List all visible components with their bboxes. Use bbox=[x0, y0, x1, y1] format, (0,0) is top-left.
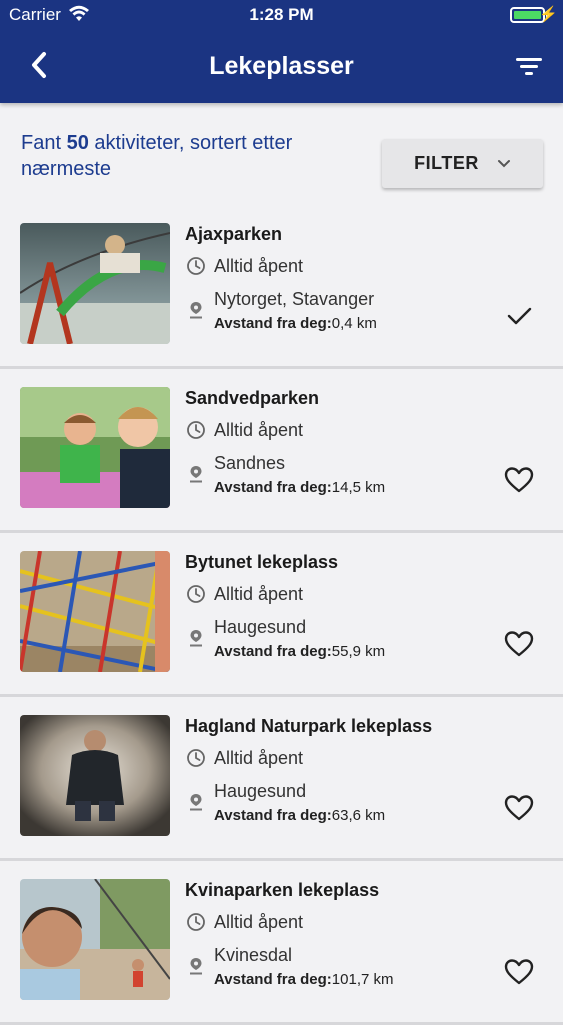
list-item[interactable]: Ajaxparken Alltid åpent Nytorget, Stavan… bbox=[0, 205, 563, 369]
location-pin-icon bbox=[190, 466, 202, 483]
location-pin-icon bbox=[190, 794, 202, 811]
distance-value: 55,9 km bbox=[331, 643, 386, 660]
thumbnail-image bbox=[20, 223, 170, 344]
thumbnail-image bbox=[20, 387, 170, 508]
item-distance: Avstand fra deg:55,9 km bbox=[214, 643, 385, 660]
location-pin-icon bbox=[190, 630, 202, 647]
distance-label: Avstand fra deg: bbox=[214, 971, 332, 988]
status-bar: Carrier 1:28 PM ⚡ bbox=[0, 0, 563, 30]
distance-value: 14,5 km bbox=[331, 479, 386, 496]
opening-hours: Alltid åpent bbox=[214, 420, 304, 440]
item-location: Haugesund bbox=[214, 617, 307, 637]
app-header: Carrier 1:28 PM ⚡ Lekeplasser bbox=[0, 0, 563, 103]
item-name: Hagland Naturpark lekeplass bbox=[185, 716, 433, 736]
item-location: Haugesund bbox=[214, 781, 307, 801]
list-item[interactable]: Sandvedparken Alltid åpent Sandnes Avsta… bbox=[0, 369, 563, 533]
item-name: Ajaxparken bbox=[185, 224, 283, 244]
thumbnail-image bbox=[20, 551, 170, 672]
list-item[interactable]: Hagland Naturpark lekeplass Alltid åpent… bbox=[0, 697, 563, 861]
item-distance: Avstand fra deg:101,7 km bbox=[214, 971, 394, 988]
filter-button[interactable]: FILTER bbox=[382, 139, 543, 188]
chevron-down-icon bbox=[497, 159, 510, 167]
filter-button-label: FILTER bbox=[414, 153, 479, 173]
item-distance: Avstand fra deg:0,4 km bbox=[214, 315, 377, 332]
distance-value: 63,6 km bbox=[331, 807, 386, 824]
distance-label: Avstand fra deg: bbox=[214, 807, 332, 824]
thumbnail-image bbox=[20, 879, 170, 1000]
item-distance: Avstand fra deg:63,6 km bbox=[214, 807, 385, 824]
result-summary: Fant 50 aktiviteter, sortert etter nærme… bbox=[21, 130, 351, 182]
heart-outline-icon[interactable] bbox=[503, 465, 535, 495]
thumbnail-image bbox=[20, 715, 170, 836]
clock-icon bbox=[187, 585, 205, 603]
page-title: Lekeplasser bbox=[209, 52, 354, 80]
opening-hours: Alltid åpent bbox=[214, 256, 304, 276]
item-location: Sandnes bbox=[214, 453, 286, 473]
item-location: Nytorget, Stavanger bbox=[214, 289, 375, 309]
clock-icon bbox=[187, 913, 205, 931]
activity-list: Ajaxparken Alltid åpent Nytorget, Stavan… bbox=[0, 205, 563, 1025]
distance-label: Avstand fra deg: bbox=[214, 315, 332, 332]
item-location: Kvinesdal bbox=[214, 945, 293, 965]
heart-outline-icon[interactable] bbox=[503, 957, 535, 987]
charging-icon: ⚡ bbox=[539, 6, 558, 23]
heart-outline-icon[interactable] bbox=[503, 629, 535, 659]
summary-prefix: Fant bbox=[21, 132, 67, 154]
status-time: 1:28 PM bbox=[249, 5, 314, 24]
item-distance: Avstand fra deg:14,5 km bbox=[214, 479, 385, 496]
distance-label: Avstand fra deg: bbox=[214, 643, 332, 660]
item-name: Kvinaparken lekeplass bbox=[185, 880, 380, 900]
clock-icon bbox=[187, 749, 205, 767]
opening-hours: Alltid åpent bbox=[214, 748, 304, 768]
checkmark-icon[interactable] bbox=[503, 301, 535, 331]
opening-hours: Alltid åpent bbox=[214, 584, 304, 604]
distance-value: 101,7 km bbox=[331, 971, 394, 988]
item-name: Bytunet lekeplass bbox=[185, 552, 339, 572]
distance-value: 0,4 km bbox=[331, 315, 377, 332]
result-count: 50 bbox=[66, 132, 89, 154]
opening-hours: Alltid åpent bbox=[214, 912, 304, 932]
list-item[interactable]: Kvinaparken lekeplass Alltid åpent Kvine… bbox=[0, 861, 563, 1025]
list-item[interactable]: Bytunet lekeplass Alltid åpent Haugesund… bbox=[0, 533, 563, 697]
location-pin-icon bbox=[190, 302, 202, 319]
heart-outline-icon[interactable] bbox=[503, 793, 535, 823]
clock-icon bbox=[187, 257, 205, 275]
item-name: Sandvedparken bbox=[185, 388, 320, 408]
location-pin-icon bbox=[190, 958, 202, 975]
clock-icon bbox=[187, 421, 205, 439]
distance-label: Avstand fra deg: bbox=[214, 479, 332, 496]
sort-filter-icon[interactable] bbox=[513, 50, 547, 84]
